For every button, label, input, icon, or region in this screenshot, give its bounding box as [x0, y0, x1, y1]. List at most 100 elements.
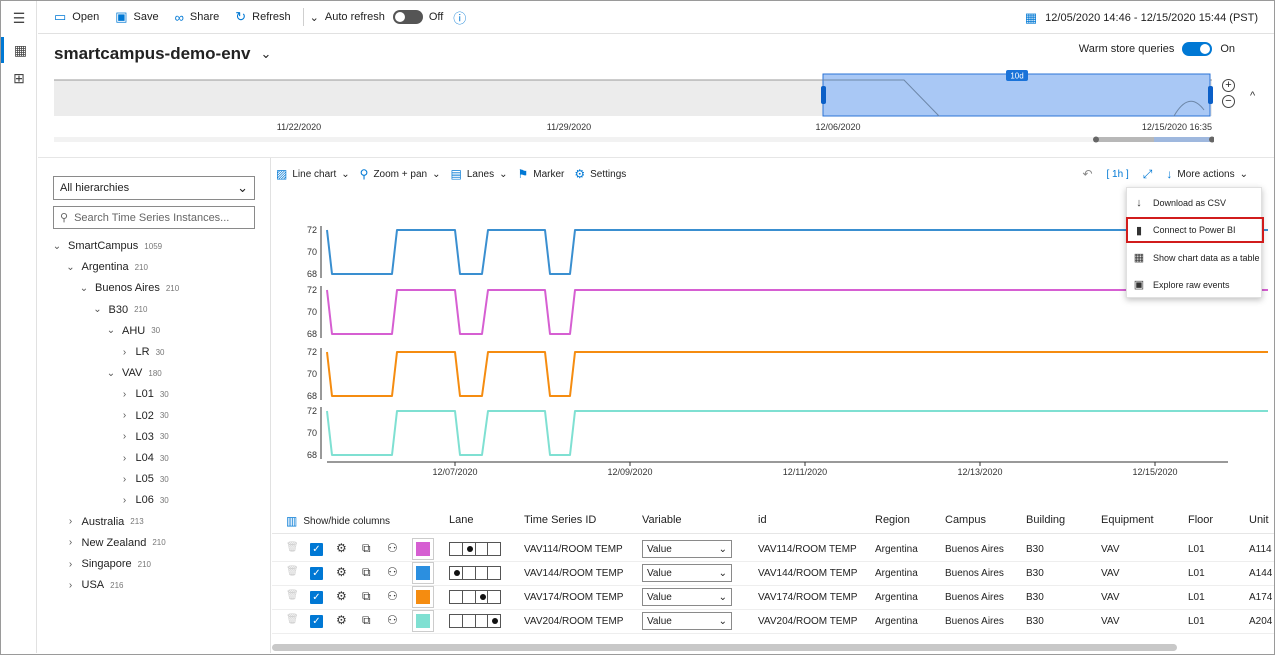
tree-node[interactable]: ›New Zealand210 [66, 533, 166, 553]
chevron-down-icon[interactable]: ⌄ [52, 241, 62, 252]
zoom-pan-dropdown[interactable]: ⚲Zoom + pan⌄ [360, 167, 441, 181]
copy-icon[interactable]: ⧉ [362, 589, 371, 604]
chevron-right-icon[interactable]: › [66, 559, 76, 570]
gear-icon[interactable]: ⚙ [336, 541, 347, 555]
marker-button[interactable]: ⚑Marker [517, 167, 564, 181]
tree-node[interactable]: ⌄VAV180 [106, 363, 162, 383]
gear-icon[interactable]: ⚙ [336, 565, 347, 579]
menu-item[interactable]: ▣Explore raw events [1127, 273, 1263, 297]
settings-button[interactable]: ⚙Settings [574, 167, 626, 181]
more-actions-dropdown[interactable]: ↓More actions⌄ [1166, 167, 1248, 181]
column-header[interactable]: Lane [449, 514, 473, 526]
hierarchy-icon[interactable]: ⚇ [387, 589, 398, 603]
line-chart[interactable]: 68707268707268707268707212/07/202012/09/… [272, 190, 1272, 485]
tree-node[interactable]: ›L0330 [120, 427, 169, 447]
variable-select[interactable]: Value⌄ [642, 612, 732, 630]
tree-node[interactable]: ›Singapore210 [66, 554, 152, 574]
tree-node[interactable]: ›L0530 [120, 469, 169, 489]
visibility-checkbox[interactable]: ✓ [310, 591, 323, 604]
menu-item[interactable]: ↓Download as CSV [1127, 191, 1263, 215]
tree-node[interactable]: ›L0130 [120, 384, 169, 404]
visibility-checkbox[interactable]: ✓ [310, 615, 323, 628]
delete-icon[interactable]: 🗑 [286, 614, 296, 626]
visibility-checkbox[interactable]: ✓ [310, 543, 323, 556]
chevron-up-icon[interactable]: ^ [1250, 90, 1255, 102]
warm-store-toggle[interactable]: Warm store queries On [1079, 42, 1235, 56]
analyze-view-icon[interactable]: ▦ [1, 37, 37, 63]
chevron-down-icon[interactable]: ⌄ [79, 283, 89, 294]
delete-icon[interactable]: 🗑 [286, 542, 296, 554]
environment-selector[interactable]: smartcampus-demo-env ⌄ [54, 44, 271, 64]
hierarchy-icon[interactable]: ⚇ [387, 565, 398, 579]
column-header[interactable]: Time Series ID [524, 514, 596, 526]
tree-node[interactable]: ›L0230 [120, 406, 169, 426]
info-icon[interactable]: ⓘ [453, 8, 466, 27]
toggle-switch[interactable] [393, 10, 423, 24]
chevron-down-icon[interactable]: ⌄ [93, 304, 103, 315]
column-header[interactable]: Variable [642, 514, 682, 526]
lanes-dropdown[interactable]: ▤Lanes⌄ [451, 167, 508, 181]
column-header[interactable]: Building [1026, 514, 1065, 526]
brush-right-handle[interactable] [1208, 86, 1213, 104]
chevron-right-icon[interactable]: › [66, 537, 76, 548]
lane-selector[interactable] [449, 590, 501, 604]
show-hide-columns-button[interactable]: ▥Show/hide columns [286, 514, 390, 528]
hierarchy-icon[interactable]: ⚇ [387, 541, 398, 555]
menu-item[interactable]: ▦Show chart data as a table [1127, 246, 1263, 270]
chevron-right-icon[interactable]: › [120, 495, 130, 506]
copy-icon[interactable]: ⧉ [362, 565, 371, 580]
copy-icon[interactable]: ⧉ [362, 613, 371, 628]
chevron-down-icon[interactable]: ⌄ [106, 325, 116, 336]
grid-horizontal-scrollbar[interactable] [272, 644, 1177, 651]
series-line[interactable] [327, 352, 1268, 396]
column-header[interactable]: Floor [1188, 514, 1213, 526]
auto-refresh-dropdown[interactable]: ⌄Auto refresh [310, 11, 385, 24]
column-header[interactable]: Unit [1249, 514, 1269, 526]
chevron-right-icon[interactable]: › [120, 431, 130, 442]
brush-left-handle[interactable] [821, 86, 826, 104]
auto-refresh-toggle[interactable]: Off [393, 10, 443, 24]
tree-node[interactable]: ›USA216 [66, 575, 124, 595]
chevron-right-icon[interactable]: › [120, 347, 130, 358]
delete-icon[interactable]: 🗑 [286, 590, 296, 602]
chevron-right-icon[interactable]: › [120, 410, 130, 421]
zoom-out-icon[interactable]: − [1222, 95, 1235, 108]
lane-selector[interactable] [449, 566, 501, 580]
variable-select[interactable]: Value⌄ [642, 564, 732, 582]
tree-node[interactable]: ⌄B30210 [93, 300, 148, 320]
tree-node[interactable]: ⌄Buenos Aires210 [79, 278, 179, 298]
refresh-button[interactable]: ↻Refresh [235, 9, 290, 25]
zoom-in-icon[interactable]: + [1222, 79, 1235, 92]
tree-node[interactable]: ›L0630 [120, 490, 169, 510]
column-header[interactable]: Region [875, 514, 910, 526]
chevron-right-icon[interactable]: › [66, 580, 76, 591]
chevron-right-icon[interactable]: › [120, 453, 130, 464]
model-view-icon[interactable]: ⊞ [1, 65, 37, 91]
tree-node[interactable]: ›L0430 [120, 448, 169, 468]
variable-select[interactable]: Value⌄ [642, 588, 732, 606]
tree-node[interactable]: ⌄Argentina210 [66, 257, 148, 277]
lane-selector[interactable] [449, 614, 501, 628]
undo-icon[interactable]: ↶ [1082, 167, 1092, 181]
line-chart-dropdown[interactable]: ▨Line chart⌄ [276, 167, 350, 181]
column-header[interactable]: Equipment [1101, 514, 1154, 526]
column-header[interactable]: Campus [945, 514, 986, 526]
toggle-switch[interactable] [1182, 42, 1212, 56]
tree-node[interactable]: ⌄SmartCampus1059 [52, 236, 162, 256]
instance-search-input[interactable]: ⚲ Search Time Series Instances... [53, 206, 255, 229]
interval-button[interactable]: [ 1h ] [1107, 169, 1129, 180]
share-button[interactable]: ∞Share [175, 10, 220, 25]
series-line[interactable] [327, 411, 1268, 455]
chevron-down-icon[interactable]: ⌄ [106, 368, 116, 379]
column-header[interactable]: id [758, 514, 767, 526]
hamburger-menu-icon[interactable]: ☰ [1, 5, 37, 31]
copy-icon[interactable]: ⧉ [362, 541, 371, 556]
gear-icon[interactable]: ⚙ [336, 589, 347, 603]
delete-icon[interactable]: 🗑 [286, 566, 296, 578]
save-button[interactable]: ▣Save [115, 9, 158, 25]
open-button[interactable]: ▭Open [54, 9, 99, 25]
chevron-right-icon[interactable]: › [120, 474, 130, 485]
tree-node[interactable]: ›LR30 [120, 342, 165, 362]
variable-select[interactable]: Value⌄ [642, 540, 732, 558]
date-range-picker[interactable]: ▦ 12/05/2020 14:46 - 12/15/2020 15:44 (P… [1025, 1, 1258, 34]
